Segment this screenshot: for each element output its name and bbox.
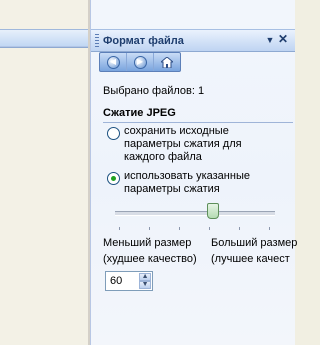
spinner-down-icon[interactable]: ▼ xyxy=(139,281,151,289)
compression-slider-track[interactable] xyxy=(115,211,275,216)
task-pane-menu-button[interactable]: ▼ xyxy=(265,35,275,45)
task-pane-nav-bar: ◀ ▶ xyxy=(99,52,181,72)
back-arrow-icon: ◀ xyxy=(106,55,120,69)
radio-label-use: использовать указанные параметры сжатия xyxy=(124,170,250,195)
close-button[interactable]: ✕ xyxy=(277,33,289,45)
jpeg-section-title: Сжатие JPEG xyxy=(103,107,176,119)
slider-ticks xyxy=(119,227,279,231)
compression-slider-thumb[interactable] xyxy=(207,203,219,219)
radio-button-keep[interactable] xyxy=(107,127,120,140)
forward-button[interactable]: ▶ xyxy=(127,53,154,71)
slider-tick xyxy=(239,227,240,230)
spinner-arrows: ▲ ▼ xyxy=(139,273,151,289)
home-icon xyxy=(161,56,173,68)
slider-tick xyxy=(269,227,270,230)
slider-tick xyxy=(119,227,120,230)
home-button[interactable] xyxy=(154,53,180,71)
radio-label-keep: сохранить исходные параметры сжатия для … xyxy=(124,125,242,163)
spinner-up-icon[interactable]: ▲ xyxy=(139,273,151,281)
left-divider xyxy=(0,46,88,47)
slider-tick xyxy=(209,227,210,230)
grip-icon[interactable] xyxy=(95,34,99,47)
radio-use-specified[interactable]: использовать указанные параметры сжатия xyxy=(107,170,287,196)
slider-tick xyxy=(149,227,150,230)
document-area xyxy=(0,0,88,345)
slider-tick xyxy=(179,227,180,230)
selected-files-count: Выбрано файлов: 1 xyxy=(103,85,205,97)
back-button[interactable]: ◀ xyxy=(100,53,127,71)
task-pane-title: Формат файла xyxy=(103,34,184,47)
label-larger-size: Больший размер xyxy=(211,237,298,249)
radio-keep-original[interactable]: сохранить исходные параметры сжатия для … xyxy=(107,125,287,164)
section-divider xyxy=(103,122,293,123)
label-smaller-size: Меньший размер xyxy=(103,237,192,249)
quality-value[interactable]: 60 xyxy=(106,275,139,287)
label-better-quality: (лучшее качест xyxy=(211,253,290,265)
task-pane-title-bar: Формат файла ▼ ✕ xyxy=(91,29,295,52)
task-pane: Формат файла ▼ ✕ ◀ ▶ Выбрано файлов: 1 С… xyxy=(90,0,298,345)
forward-arrow-icon: ▶ xyxy=(133,55,147,69)
label-worse-quality: (худшее качество) xyxy=(103,253,197,265)
radio-button-use[interactable] xyxy=(107,172,120,185)
quality-spinner[interactable]: 60 ▲ ▼ xyxy=(105,271,153,291)
